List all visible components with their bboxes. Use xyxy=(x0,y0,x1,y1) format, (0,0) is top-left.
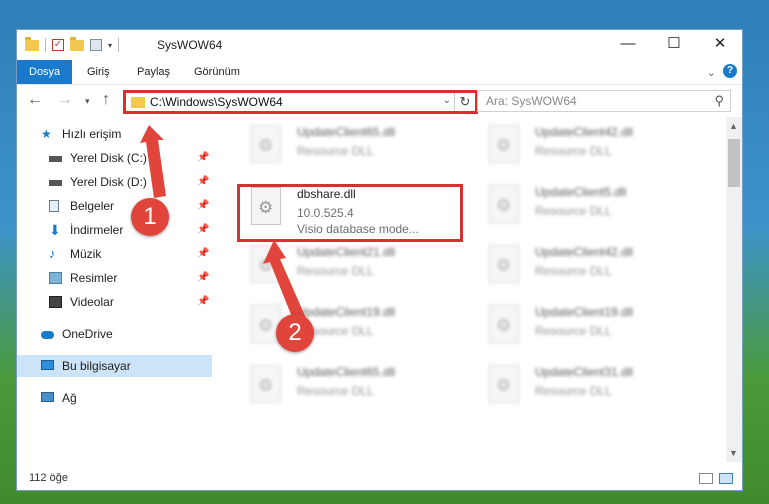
annotation-arrows xyxy=(140,125,306,322)
arrow-2-icon xyxy=(263,240,306,322)
arrow-1-icon xyxy=(140,125,166,198)
callout-badge-1: 1 xyxy=(131,198,169,236)
callout-badge-2: 2 xyxy=(276,314,314,352)
